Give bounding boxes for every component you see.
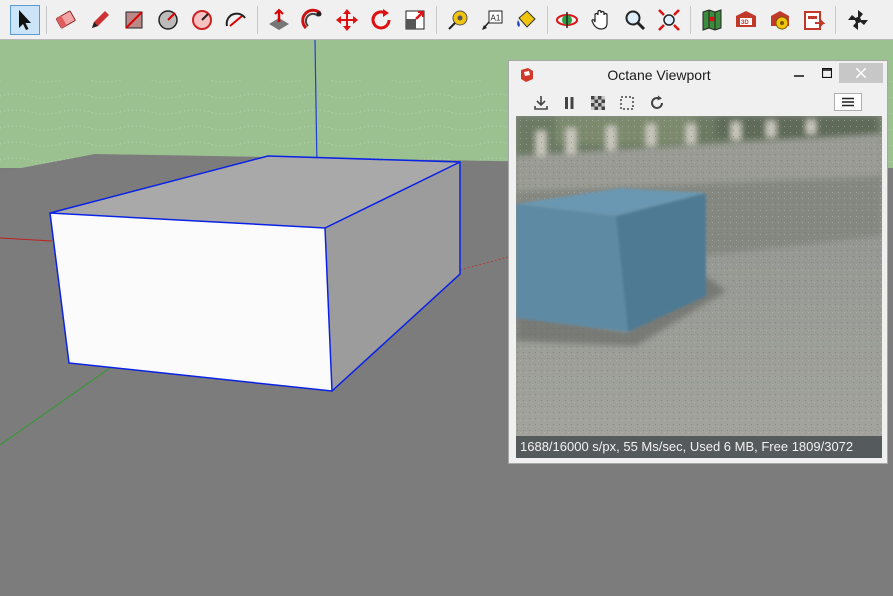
svg-text:A1: A1: [491, 14, 501, 23]
close-button[interactable]: [839, 63, 883, 83]
pencil-icon[interactable]: [85, 5, 115, 35]
render-status-text: 1688/16000 s/px, 55 Ms/sec, Used 6 MB, F…: [516, 436, 882, 458]
download-icon[interactable]: [531, 93, 551, 113]
map-location-icon[interactable]: [697, 5, 727, 35]
layout-send-icon[interactable]: [799, 5, 829, 35]
rectangle-icon[interactable]: [119, 5, 149, 35]
maximize-icon: [822, 68, 832, 78]
zoom-icon[interactable]: [620, 5, 650, 35]
select-arrow-icon[interactable]: [10, 5, 40, 35]
pause-icon[interactable]: [559, 93, 579, 113]
toolbar-separator: [436, 6, 437, 34]
eraser-icon[interactable]: [51, 5, 81, 35]
octane-toolbar: [516, 91, 882, 115]
pan-hand-icon[interactable]: [586, 5, 616, 35]
octane-render-output[interactable]: 1688/16000 s/px, 55 Ms/sec, Used 6 MB, F…: [516, 116, 882, 458]
minimize-icon: [794, 75, 804, 77]
restart-icon[interactable]: [647, 93, 667, 113]
svg-text:3D: 3D: [741, 20, 749, 26]
text-label-icon[interactable]: A1: [477, 5, 507, 35]
toolbar-separator: [547, 6, 548, 34]
region-select-icon[interactable]: [617, 93, 637, 113]
maximize-button[interactable]: [817, 63, 837, 83]
toolbar-separator: [835, 6, 836, 34]
extension-warehouse-icon[interactable]: [765, 5, 795, 35]
close-icon: [856, 68, 866, 78]
toolbar-separator: [690, 6, 691, 34]
checker-icon[interactable]: [588, 93, 608, 113]
octane-viewport-window: Octane Viewport 1688/16000 s/px, 55 Ms/s…: [508, 60, 888, 464]
toolbar-separator: [46, 6, 47, 34]
main-toolbar: A1 3D: [0, 0, 893, 40]
orbit-icon[interactable]: [552, 5, 582, 35]
box-front-face: [50, 213, 332, 391]
circle-icon[interactable]: [153, 5, 183, 35]
zoom-extents-icon[interactable]: [654, 5, 684, 35]
octane-window-title: Octane Viewport: [607, 67, 711, 83]
push-pull-icon[interactable]: [264, 5, 294, 35]
minimize-button[interactable]: [789, 63, 809, 83]
octane-render-icon[interactable]: [843, 5, 873, 35]
tape-measure-icon[interactable]: [443, 5, 473, 35]
octane-title-bar[interactable]: Octane Viewport: [509, 61, 887, 88]
move-icon[interactable]: [332, 5, 362, 35]
paint-bucket-icon[interactable]: [511, 5, 541, 35]
rotate-icon[interactable]: [366, 5, 396, 35]
hamburger-menu-button[interactable]: [834, 93, 862, 111]
toolbar-separator: [257, 6, 258, 34]
hamburger-menu-icon: [842, 97, 854, 107]
warehouse-3d-icon[interactable]: 3D: [731, 5, 761, 35]
polygon-icon[interactable]: [187, 5, 217, 35]
follow-me-icon[interactable]: [298, 5, 328, 35]
scale-icon[interactable]: [400, 5, 430, 35]
arc-icon[interactable]: [221, 5, 251, 35]
